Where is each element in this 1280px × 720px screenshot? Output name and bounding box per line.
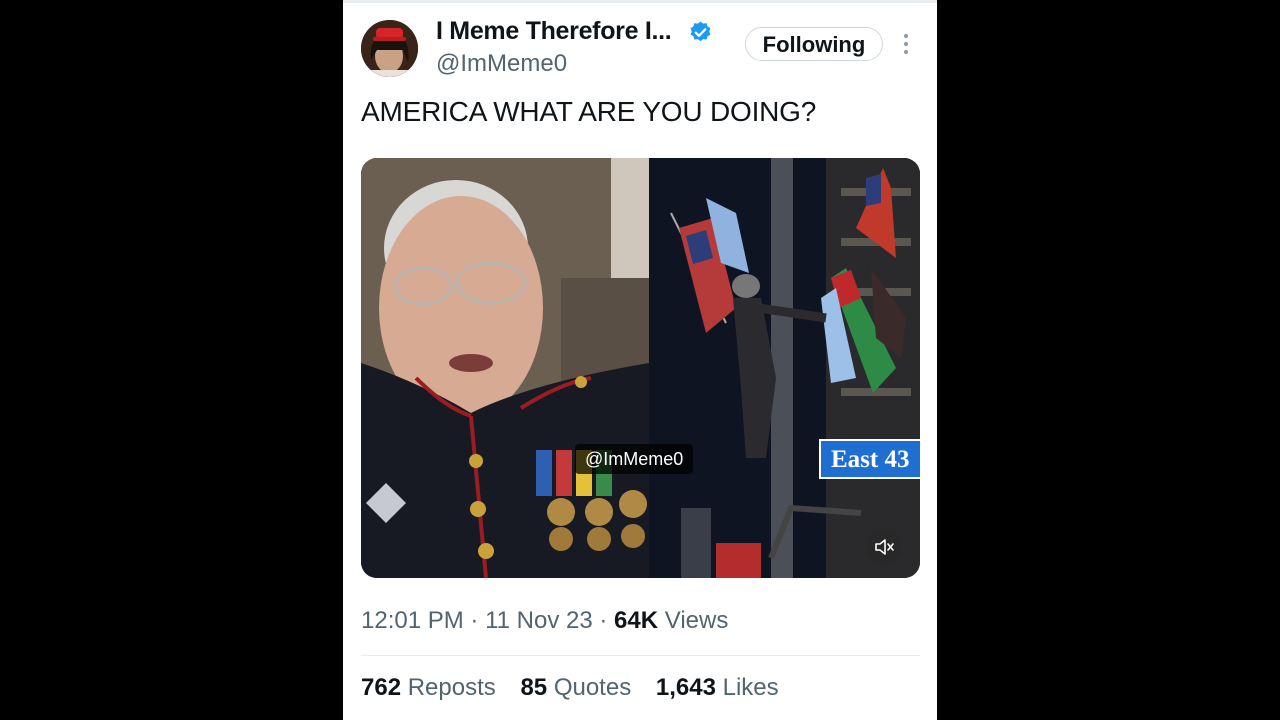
views-count: 64K	[614, 607, 659, 634]
likes-label: Likes	[722, 674, 779, 701]
quotes-stat[interactable]: 85 Quotes	[520, 674, 631, 702]
following-button[interactable]: Following	[745, 27, 883, 61]
meta-separator: ·	[470, 607, 479, 634]
views-label: Views	[664, 607, 729, 634]
tweet-metadata: 12:01 PM · 11 Nov 23 · 64K Views	[361, 607, 728, 635]
media-watermark: @ImMeme0	[575, 444, 694, 474]
media-image	[361, 158, 920, 578]
reposts-count: 762	[361, 674, 402, 701]
tweet-time[interactable]: 12:01 PM	[361, 607, 464, 634]
tweet-date[interactable]: 11 Nov 23	[485, 607, 593, 634]
engagement-stats: 762 Reposts 85 Quotes 1,643 Likes	[361, 674, 797, 702]
avatar-portrait-icon	[361, 20, 418, 77]
reposts-label: Reposts	[407, 674, 496, 701]
author-name[interactable]: I Meme Therefore I...	[436, 17, 672, 46]
avatar[interactable]	[361, 20, 418, 77]
muted-speaker-icon[interactable]	[866, 529, 902, 565]
top-divider	[343, 0, 937, 3]
quotes-count: 85	[520, 674, 548, 701]
street-sign: East 43	[819, 439, 920, 479]
author-handle[interactable]: @ImMeme0	[436, 50, 567, 78]
reposts-stat[interactable]: 762 Reposts	[361, 674, 496, 702]
quotes-label: Quotes	[553, 674, 632, 701]
speaker-off-glyph	[875, 539, 894, 555]
more-options-icon[interactable]	[898, 32, 914, 56]
likes-count: 1,643	[655, 674, 716, 701]
likes-stat[interactable]: 1,643 Likes	[656, 674, 779, 702]
tweet-card: I Meme Therefore I... @ImMeme0 Following…	[343, 0, 937, 720]
tweet-text: AMERICA WHAT ARE YOU DOING?	[361, 96, 817, 127]
tweet-media[interactable]: East 43 @ImMeme0	[361, 158, 920, 578]
verified-badge-icon	[690, 21, 711, 42]
meta-separator: ·	[599, 607, 608, 634]
divider	[361, 655, 920, 656]
